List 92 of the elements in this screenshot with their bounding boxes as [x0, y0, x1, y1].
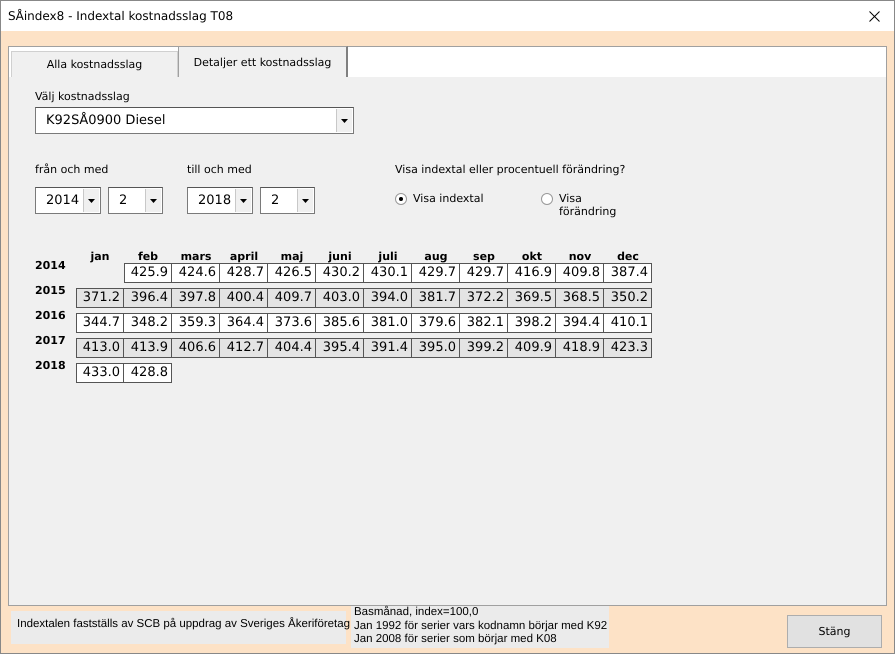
column-header: dec [616, 250, 640, 264]
column-header: okt [520, 250, 544, 264]
table-cell: 429.7 [460, 263, 508, 283]
table-cell: 344.7 [76, 313, 124, 333]
caret-icon [150, 198, 157, 202]
radio-button[interactable] [395, 193, 407, 205]
field-label: från och med [35, 163, 110, 177]
tab[interactable]: Alla kostnadsslag [11, 51, 178, 77]
table-cell: 373.6 [268, 313, 316, 333]
table-cell: 359.3 [172, 313, 220, 333]
table-cell: 350.2 [604, 288, 652, 308]
caret-icon [302, 198, 309, 202]
radio-label[interactable]: Visa förändring [559, 192, 619, 218]
column-header: sep [472, 250, 496, 264]
table-cell: 410.1 [604, 313, 652, 333]
question-label: Visa indextal eller procentuell förändring? [395, 163, 626, 177]
field-label: till och med [187, 163, 253, 177]
table-cell: 394.0 [364, 288, 412, 308]
column-header: maj [280, 250, 304, 264]
column-header: nov [568, 250, 592, 264]
table-cell: 364.4 [220, 313, 268, 333]
table-cell: 382.1 [460, 313, 508, 333]
tab[interactable]: Detaljer ett kostnadsslag [178, 46, 348, 77]
row-header: 2017 [35, 334, 67, 349]
table-cell: 413.0 [76, 338, 124, 358]
table-cell: 400.4 [220, 288, 268, 308]
table-cell: 413.9 [124, 338, 172, 358]
close-button[interactable]: Stäng [787, 615, 882, 648]
radio-label[interactable]: Visa indextal [413, 192, 484, 205]
info-text: Jan 2008 för serier som börjar med K08 [354, 633, 558, 646]
caret-icon [240, 198, 247, 202]
table-cell: 396.4 [124, 288, 172, 308]
column-header: april [228, 250, 260, 264]
row-header: 2015 [35, 284, 67, 299]
close-icon[interactable] [869, 10, 880, 22]
table-cell: 348.2 [124, 313, 172, 333]
table-cell: 430.1 [364, 263, 412, 283]
table-cell: 412.7 [220, 338, 268, 358]
table-cell: 391.4 [364, 338, 412, 358]
table-cell: 371.2 [76, 288, 124, 308]
table-cell: 403.0 [316, 288, 364, 308]
field-label: Välj kostnadsslag [35, 90, 131, 104]
table-cell: 430.2 [316, 263, 364, 283]
table-cell: 423.3 [604, 338, 652, 358]
table-cell: 429.7 [412, 263, 460, 283]
info-text: Jan 1992 för serier vars kodnamn börjar med K92 [354, 620, 608, 633]
table-cell: 397.8 [172, 288, 220, 308]
table-cell: 425.9 [124, 263, 172, 283]
table-cell: 372.2 [460, 288, 508, 308]
table-cell: 369.5 [508, 288, 556, 308]
column-header: jan [89, 250, 111, 264]
table-cell: 379.6 [412, 313, 460, 333]
table-cell: 387.4 [604, 263, 652, 283]
year-dropdown[interactable]: 2018 [187, 187, 253, 214]
column-header: mars [180, 250, 212, 264]
table-cell: 398.2 [508, 313, 556, 333]
table-cell: 428.8 [124, 363, 172, 383]
table-cell: 395.4 [316, 338, 364, 358]
row-header: 2014 [35, 259, 67, 274]
month-dropdown[interactable]: 2 [260, 187, 315, 214]
year-dropdown[interactable]: 2014 [35, 187, 101, 214]
table-cell: 409.8 [556, 263, 604, 283]
table-cell: 418.9 [556, 338, 604, 358]
table-cell: 409.7 [268, 288, 316, 308]
table-cell: 395.0 [412, 338, 460, 358]
table-cell: 404.4 [268, 338, 316, 358]
table-cell: 433.0 [76, 363, 124, 383]
caret-icon [88, 198, 95, 202]
table-cell: 416.9 [508, 263, 556, 283]
cost-type-dropdown[interactable]: K92SÅ0900 Diesel [35, 107, 354, 134]
table-cell: 428.7 [220, 263, 268, 283]
row-header: 2016 [35, 309, 67, 324]
row-header: 2018 [35, 359, 67, 374]
table-cell: 394.4 [556, 313, 604, 333]
caret-icon [341, 118, 348, 122]
column-header: juli [377, 250, 399, 264]
month-dropdown[interactable]: 2 [108, 187, 163, 214]
table-cell: 381.0 [364, 313, 412, 333]
info-text: Basmånad, index=100,0 [354, 606, 480, 620]
table-cell: 368.5 [556, 288, 604, 308]
column-header: feb [136, 250, 160, 264]
column-header: aug [423, 250, 449, 264]
table-cell: 406.6 [172, 338, 220, 358]
table-cell: 381.7 [412, 288, 460, 308]
table-cell: 426.5 [268, 263, 316, 283]
column-header: juni [327, 250, 353, 264]
window-title: SÅindex8 - Indextal kostnadsslag T08 [8, 9, 234, 23]
radio-button[interactable] [541, 193, 553, 205]
table-cell: 409.9 [508, 338, 556, 358]
table-cell: 399.2 [460, 338, 508, 358]
table-cell: 424.6 [172, 263, 220, 283]
table-cell: 385.6 [316, 313, 364, 333]
